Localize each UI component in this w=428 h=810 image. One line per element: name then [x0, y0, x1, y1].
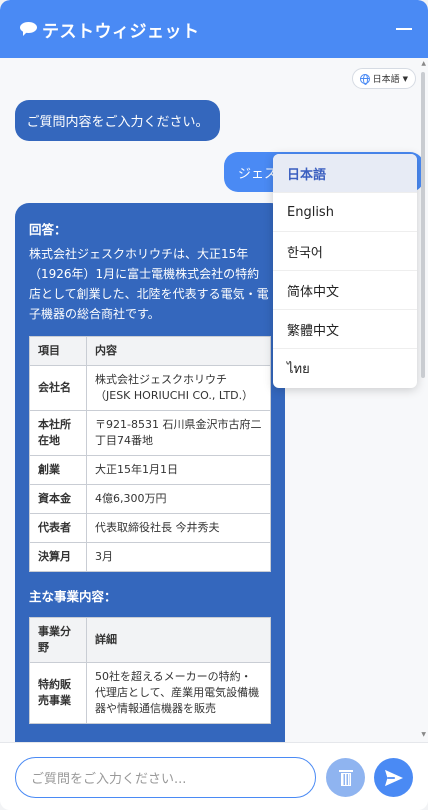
business-table: 事業分野 詳細 特約販売事業 50社を超えるメーカーの特約・代理店として、産業用…	[29, 617, 271, 724]
table-cell-key: 決算月	[29, 542, 87, 572]
send-button[interactable]	[374, 758, 413, 797]
table-cell-value: 株式会社ジェスクホリウチ（JESK HORIUCHI CO., LTD.）	[86, 365, 271, 411]
table-row: 資本金 4億6,300万円	[29, 484, 271, 514]
table-header: 詳細	[86, 617, 271, 663]
bot-message: ご質問内容をご入力ください。	[15, 100, 220, 141]
language-option-ko[interactable]: 한국어	[273, 232, 417, 271]
table-cell-value: 代表取締役社長 今井秀夫	[86, 513, 271, 543]
language-option-en[interactable]: English	[273, 193, 417, 232]
table-row: 創業 大正15年1月1日	[29, 455, 271, 485]
table-cell-value: 大正15年1月1日	[86, 455, 271, 485]
scrollbar[interactable]	[421, 72, 425, 378]
trash-icon	[338, 769, 353, 786]
table-cell-key: 特約販売事業	[29, 662, 87, 724]
widget-title: テストウィジェット	[42, 21, 200, 42]
minimize-button[interactable]	[396, 28, 412, 30]
scroll-down-icon[interactable]: ▼	[421, 731, 426, 738]
table-row: 本社所在地 〒921-8531 石川県金沢市古府二丁目74番地	[29, 410, 271, 456]
table-row: 代表者 代表取締役社長 今井秀夫	[29, 513, 271, 543]
table-header: 項目	[29, 336, 87, 366]
table-cell-value: 50社を超えるメーカーの特約・代理店として、産業用電気設備機器や情報通信機器を販…	[86, 662, 271, 724]
clear-button[interactable]	[326, 758, 365, 797]
answer-label: 回答：	[29, 222, 67, 237]
table-row: 特約販売事業 50社を超えるメーカーの特約・代理店として、産業用電気設備機器や情…	[29, 662, 271, 724]
input-footer: ご質問をご入力ください...	[0, 742, 428, 810]
language-option-zh-hans[interactable]: 简体中文	[273, 271, 417, 310]
widget-header: テストウィジェット	[0, 0, 428, 58]
table-cell-value: 〒921-8531 石川県金沢市古府二丁目74番地	[86, 410, 271, 456]
language-selector[interactable]: 日本語 ▼	[351, 68, 416, 89]
table-cell-key: 創業	[29, 455, 87, 485]
table-row: 決算月 3月	[29, 542, 271, 572]
globe-icon	[359, 73, 370, 85]
table-row: 会社名 株式会社ジェスクホリウチ（JESK HORIUCHI CO., LTD.…	[29, 365, 271, 411]
chat-bubble-icon	[20, 22, 38, 36]
table-cell-key: 会社名	[29, 365, 87, 411]
scroll-up-icon[interactable]: ▲	[421, 60, 426, 67]
company-info-table: 項目 内容 会社名 株式会社ジェスクホリウチ（JESK HORIUCHI CO.…	[29, 336, 271, 572]
send-icon	[384, 769, 403, 786]
section-label: 主な事業内容：	[29, 589, 117, 604]
chat-widget: テストウィジェット 日本語 ▼ ご質問内容をご入力ください。 ジェスクホリウチ …	[0, 0, 428, 810]
bot-answer-message: 回答： 株式会社ジェスクホリウチは、大正15年（1926年）1月に富士電機株式会…	[15, 203, 285, 742]
chevron-down-icon: ▼	[402, 74, 408, 83]
table-cell-key: 資本金	[29, 484, 87, 514]
table-header: 事業分野	[29, 617, 87, 663]
table-cell-value: 3月	[86, 542, 271, 572]
language-option-ja[interactable]: 日本語	[273, 154, 417, 193]
chat-area: 日本語 ▼ ご質問内容をご入力ください。 ジェスクホリウチ 回答： 株式会社ジェ…	[0, 58, 428, 742]
answer-intro: 株式会社ジェスクホリウチは、大正15年（1926年）1月に富士電機株式会社の特約…	[29, 247, 269, 321]
language-option-th[interactable]: ไทย	[273, 349, 417, 388]
message-input[interactable]: ご質問をご入力ください...	[15, 757, 316, 798]
language-dropdown: 日本語 English 한국어 简体中文 繁體中文 ไทย	[273, 154, 417, 388]
table-cell-key: 本社所在地	[29, 410, 87, 456]
table-header: 内容	[86, 336, 271, 366]
table-cell-value: 4億6,300万円	[86, 484, 271, 514]
table-cell-key: 代表者	[29, 513, 87, 543]
language-current: 日本語	[372, 75, 400, 85]
language-option-zh-hant[interactable]: 繁體中文	[273, 310, 417, 349]
